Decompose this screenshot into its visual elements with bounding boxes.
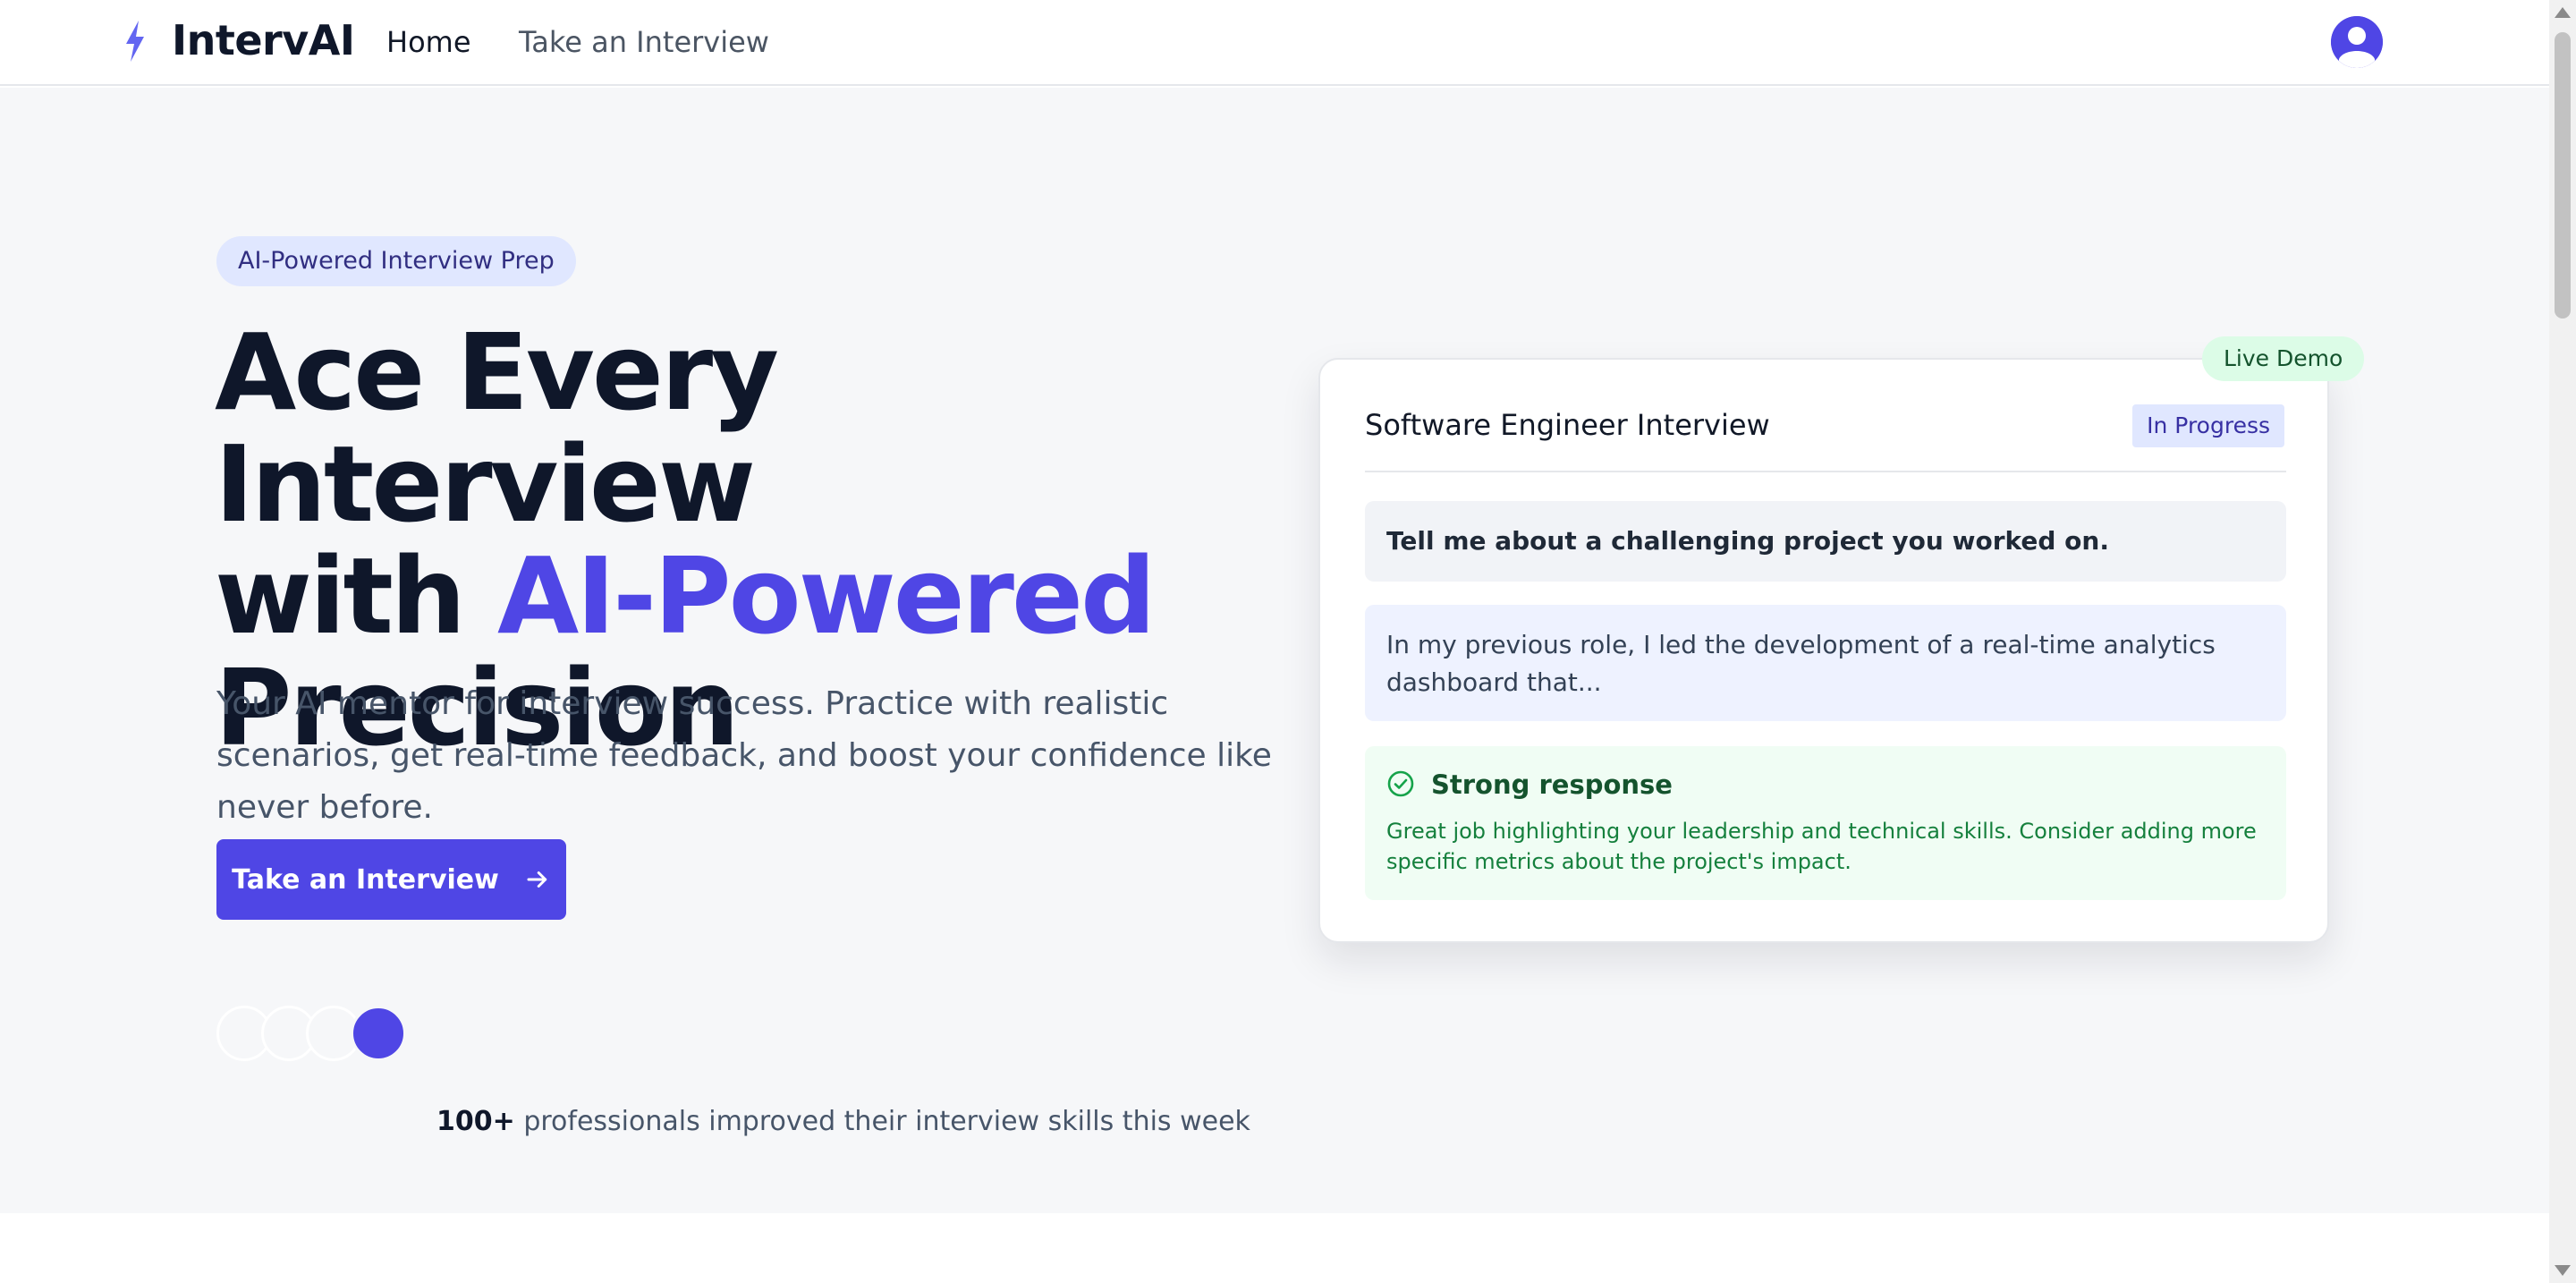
headline-line-1: Ace Every Interview (215, 310, 779, 546)
divider (1365, 471, 2286, 472)
hero-subtext: Your AI mentor for interview success. Pr… (216, 685, 1272, 826)
avatar-filled (351, 1006, 406, 1061)
demo-card-title: Software Engineer Interview (1365, 408, 1770, 442)
take-interview-button[interactable]: Take an Interview (216, 839, 566, 920)
scroll-up-arrow-icon[interactable] (2555, 7, 2571, 18)
nav-link-home[interactable]: Home (386, 25, 471, 59)
lightning-bolt-icon (126, 21, 144, 62)
interview-answer: In my previous role, I led the developme… (1365, 605, 2286, 721)
scrollbar-thumb[interactable] (2555, 32, 2571, 319)
navbar: IntervAI Home Take an Interview (0, 0, 2549, 86)
user-avatar-icon[interactable] (2331, 16, 2383, 68)
nav-link-take-interview[interactable]: Take an Interview (519, 25, 769, 59)
social-count: 100+ (436, 1106, 515, 1137)
social-text: professionals improved their interview s… (523, 1106, 1250, 1137)
user-avatars-group (216, 1006, 406, 1063)
cta-label: Take an Interview (232, 863, 499, 896)
arrow-right-icon (527, 871, 547, 888)
social-proof: 100+ professionals improved their interv… (436, 1106, 1250, 1137)
scroll-down-arrow-icon[interactable] (2555, 1265, 2571, 1276)
interview-question: Tell me about a challenging project you … (1365, 501, 2286, 582)
status-badge: In Progress (2132, 404, 2284, 447)
live-demo-badge: Live Demo (2202, 336, 2365, 381)
feedback-box: Strong response Great job highlighting y… (1365, 746, 2286, 900)
vertical-scrollbar[interactable] (2549, 0, 2576, 1283)
headline-with: with (215, 534, 497, 658)
brand-logo[interactable]: IntervAI (172, 16, 355, 64)
check-circle-icon (1387, 770, 1414, 797)
next-section (0, 1213, 2549, 1283)
feedback-title: Strong response (1431, 769, 1673, 800)
hero-badge: AI-Powered Interview Prep (216, 236, 576, 286)
demo-card: Software Engineer Interview In Progress … (1318, 358, 2329, 943)
headline-accent: AI-Powered (496, 534, 1156, 658)
feedback-body: Great job highlighting your leadership a… (1386, 819, 2257, 874)
